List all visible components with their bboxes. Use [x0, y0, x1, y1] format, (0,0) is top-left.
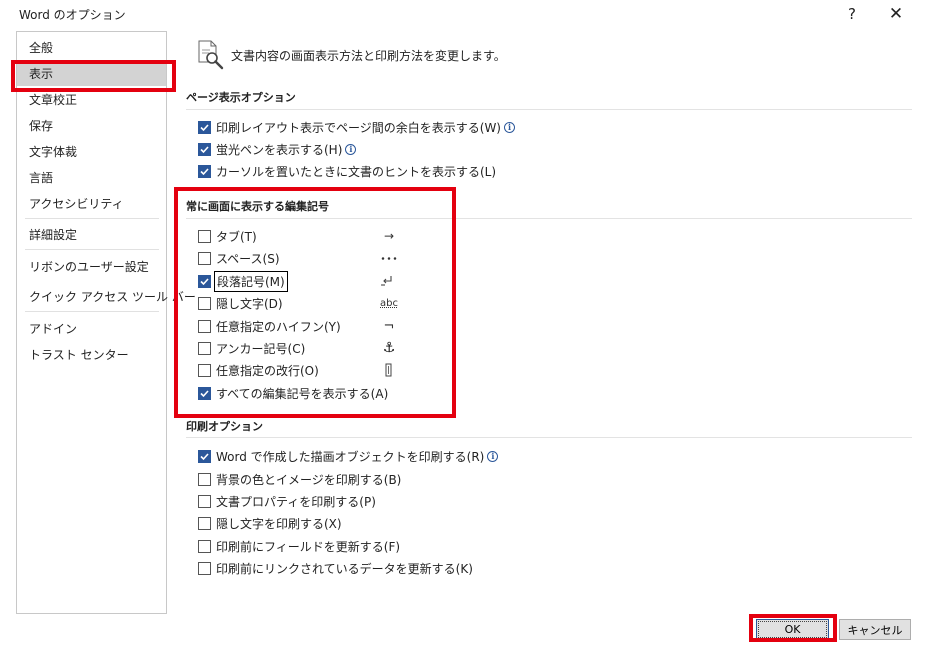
sidebar-item-language[interactable]: 言語	[17, 166, 166, 190]
optional-break-icon	[385, 363, 392, 377]
option-optional-breaks[interactable]: 任意指定の改行(O)	[198, 362, 319, 378]
sidebar-separator	[25, 311, 159, 312]
option-label: 隠し文字を印刷する(X)	[216, 516, 342, 531]
sidebar-item-accessibility[interactable]: アクセシビリティ	[17, 192, 166, 216]
title-bar: Word のオプション ? ✕	[0, 0, 937, 28]
checkbox-unchecked[interactable]	[198, 561, 211, 575]
sidebar-item-display[interactable]: 表示	[17, 62, 166, 86]
option-label: 印刷前にリンクされているデータを更新する(K)	[216, 561, 473, 576]
sidebar-item-addins[interactable]: アドイン	[17, 317, 166, 341]
option-label: 任意指定のハイフン(Y)	[216, 319, 341, 334]
option-hidden-text[interactable]: 隠し文字(D)	[198, 295, 283, 311]
anchor-icon: ⚓	[382, 340, 396, 356]
checkbox-unchecked[interactable]	[198, 363, 211, 377]
checkbox-checked[interactable]	[198, 274, 211, 288]
checkbox-unchecked[interactable]	[198, 516, 211, 530]
option-label: カーソルを置いたときに文書のヒントを表示する(L)	[216, 164, 497, 179]
option-object-anchors[interactable]: アンカー記号(C)	[198, 340, 305, 356]
option-label: 印刷前にフィールドを更新する(F)	[216, 539, 401, 554]
tab-arrow-icon: →	[383, 229, 395, 243]
sidebar-separator	[25, 218, 159, 219]
option-tab-marks[interactable]: タブ(T)	[198, 228, 257, 244]
option-label: スペース(S)	[216, 251, 280, 266]
option-show-tooltips[interactable]: カーソルを置いたときに文書のヒントを表示する(L)	[198, 163, 496, 179]
option-label: 文書プロパティを印刷する(P)	[216, 494, 376, 509]
option-update-linked-data[interactable]: 印刷前にリンクされているデータを更新する(K)	[198, 560, 473, 576]
window-title: Word のオプション	[19, 8, 126, 22]
checkbox-checked[interactable]	[198, 164, 211, 178]
option-label: アンカー記号(C)	[216, 341, 306, 356]
option-show-all-marks[interactable]: すべての編集記号を表示する(A)	[198, 385, 388, 401]
option-update-fields[interactable]: 印刷前にフィールドを更新する(F)	[198, 538, 400, 554]
checkbox-unchecked[interactable]	[198, 296, 211, 310]
option-label: タブ(T)	[216, 229, 257, 244]
sidebar-item-customize-ribbon[interactable]: リボンのユーザー設定	[17, 255, 166, 279]
sidebar-item-proofing[interactable]: 文章校正	[17, 88, 166, 112]
option-print-drawings[interactable]: Word で作成した描画オブジェクトを印刷する(R) i	[198, 448, 499, 464]
sidebar-item-general[interactable]: 全般	[17, 36, 166, 60]
paragraph-mark-icon	[381, 276, 392, 286]
option-label: Word で作成した描画オブジェクトを印刷する(R)	[216, 449, 485, 464]
checkbox-unchecked[interactable]	[198, 251, 211, 265]
checkbox-checked[interactable]	[198, 120, 211, 134]
sidebar-item-typography[interactable]: 文字体裁	[17, 140, 166, 164]
option-label: すべての編集記号を表示する(A)	[216, 386, 389, 401]
ok-button[interactable]: OK	[756, 619, 829, 640]
section-divider	[186, 218, 912, 219]
option-label: 隠し文字(D)	[216, 296, 283, 311]
option-print-background[interactable]: 背景の色とイメージを印刷する(B)	[198, 471, 401, 487]
sidebar-item-save[interactable]: 保存	[17, 114, 166, 138]
option-label: 背景の色とイメージを印刷する(B)	[216, 472, 402, 487]
checkbox-checked[interactable]	[198, 142, 211, 156]
sidebar-item-quick-access-toolbar[interactable]: クイック アクセス ツール バー	[17, 285, 196, 309]
section-title-page-display: ページ表示オプション	[186, 91, 296, 104]
checkbox-unchecked[interactable]	[198, 472, 211, 486]
option-label: 任意指定の改行(O)	[216, 363, 319, 378]
sidebar-separator	[25, 249, 159, 250]
header-description: 文書内容の画面表示方法と印刷方法を変更します。	[231, 48, 506, 63]
option-label: 蛍光ペンを表示する(H)	[216, 142, 343, 157]
sidebar-item-trust-center[interactable]: トラスト センター	[17, 343, 166, 367]
section-divider	[186, 109, 912, 110]
checkbox-unchecked[interactable]	[198, 494, 211, 508]
option-paragraph-marks[interactable]: 段落記号(M)	[198, 270, 288, 292]
info-icon: i	[345, 143, 357, 155]
section-divider	[186, 437, 912, 438]
close-button[interactable]: ✕	[876, 0, 916, 28]
page-header: 文書内容の画面表示方法と印刷方法を変更します。	[197, 40, 506, 70]
cancel-button[interactable]: キャンセル	[839, 619, 911, 640]
option-label: 印刷レイアウト表示でページ間の余白を表示する(W)	[216, 120, 501, 135]
help-button[interactable]: ?	[832, 0, 872, 28]
option-space-marks[interactable]: スペース(S)	[198, 250, 280, 266]
hidden-text-icon: abc	[380, 297, 398, 309]
option-print-hidden-text[interactable]: 隠し文字を印刷する(X)	[198, 515, 342, 531]
checkbox-checked[interactable]	[198, 386, 211, 400]
document-magnifier-icon	[198, 40, 224, 70]
section-title-formatting-marks: 常に画面に表示する編集記号	[186, 200, 329, 213]
checkbox-unchecked[interactable]	[198, 341, 211, 355]
info-icon: i	[487, 450, 499, 462]
checkbox-unchecked[interactable]	[198, 229, 211, 243]
checkbox-checked[interactable]	[198, 449, 211, 463]
space-dots-icon: ･･･	[379, 251, 398, 266]
category-sidebar: 全般 表示 文章校正 保存 文字体裁 言語 アクセシビリティ 詳細設定 リボンの…	[16, 31, 196, 614]
info-icon: i	[504, 121, 515, 133]
option-show-highlighter[interactable]: 蛍光ペンを表示する(H) i	[198, 141, 357, 157]
hyphen-mark-icon: ¬	[383, 318, 395, 334]
sidebar-item-advanced[interactable]: 詳細設定	[17, 223, 166, 247]
option-show-whitespace[interactable]: 印刷レイアウト表示でページ間の余白を表示する(W) i	[198, 119, 515, 135]
option-optional-hyphens[interactable]: 任意指定のハイフン(Y)	[198, 318, 341, 334]
checkbox-unchecked[interactable]	[198, 539, 211, 553]
section-title-print-options: 印刷オプション	[186, 420, 263, 433]
option-label: 段落記号(M)	[214, 270, 288, 292]
checkbox-unchecked[interactable]	[198, 319, 211, 333]
option-print-properties[interactable]: 文書プロパティを印刷する(P)	[198, 493, 376, 509]
